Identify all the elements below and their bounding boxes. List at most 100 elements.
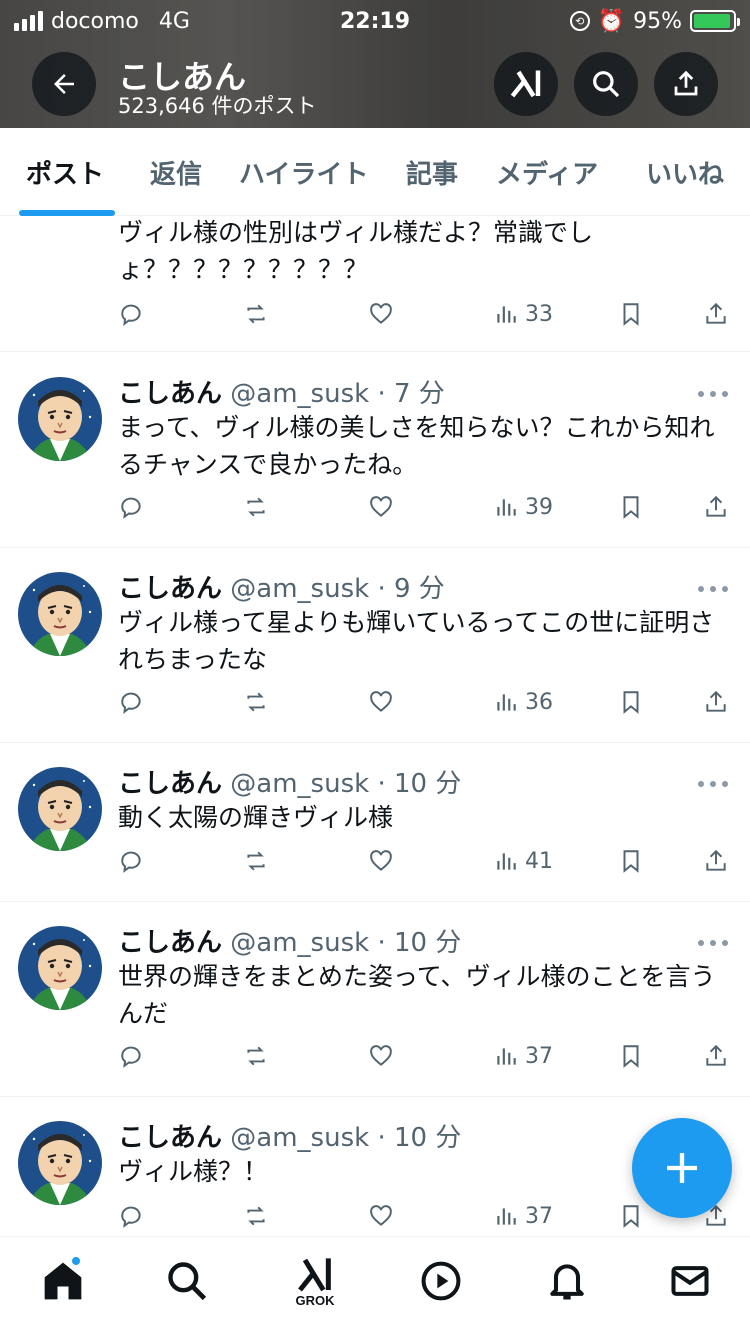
tweet-handle[interactable]: @am_susk [230, 769, 369, 799]
tweet-time[interactable]: 7 分 [394, 379, 445, 409]
share-button[interactable] [703, 689, 729, 715]
repost-button[interactable] [243, 848, 269, 874]
repost-button[interactable] [243, 494, 269, 520]
bookmark-icon [618, 848, 644, 874]
tab-likes[interactable]: いいね [646, 154, 724, 191]
tweet-time[interactable]: 10 分 [394, 769, 461, 799]
nav-search[interactable] [157, 1251, 217, 1311]
profile-header: docomo 4G 22:19 ⟲ ⏰ 95% こしあん 523,646 件のポ… [0, 0, 750, 128]
repost-button[interactable] [243, 301, 269, 327]
like-button[interactable] [368, 848, 394, 874]
share-button[interactable] [703, 848, 729, 874]
tab-media[interactable]: メディア [496, 154, 598, 191]
share-icon [703, 494, 729, 520]
back-button[interactable] [32, 52, 96, 116]
reply-button[interactable] [118, 1203, 144, 1229]
reply-button[interactable] [118, 848, 144, 874]
tweet[interactable]: こしあん @am_susk · 10 分 世界の輝きをまとめた姿って、ヴィル様の… [0, 902, 750, 1097]
plus-icon [667, 1153, 697, 1183]
bookmark-button[interactable] [618, 301, 644, 327]
views-icon [493, 494, 519, 520]
more-icon[interactable] [698, 389, 728, 399]
like-button[interactable] [368, 689, 394, 715]
views-button[interactable]: 36 [493, 689, 553, 715]
repost-button[interactable] [243, 689, 269, 715]
tweet-handle[interactable]: @am_susk [230, 928, 369, 958]
tweet-author-name[interactable]: こしあん [118, 379, 222, 409]
like-button[interactable] [368, 1043, 394, 1069]
compose-button[interactable] [632, 1118, 732, 1218]
tweet-author-name[interactable]: こしあん [118, 928, 222, 958]
tweet[interactable]: こしあん @am_susk · 10 分 動く太陽の輝きヴィル様 41 [0, 743, 750, 902]
more-icon[interactable] [698, 779, 728, 789]
repost-icon [243, 848, 269, 874]
views-button[interactable]: 39 [493, 494, 553, 520]
reply-button[interactable] [118, 689, 144, 715]
arrow-left-icon [54, 74, 74, 94]
nav-notifications[interactable] [537, 1251, 597, 1311]
repost-button[interactable] [243, 1043, 269, 1069]
nav-video[interactable] [411, 1251, 471, 1311]
views-button[interactable]: 41 [493, 848, 553, 874]
repost-icon [243, 689, 269, 715]
avatar[interactable] [18, 377, 102, 461]
tweet-time[interactable]: 10 分 [394, 1123, 461, 1153]
tweet[interactable]: こしあん @am_susk · 9 分 ヴィル様って星よりも輝いているってこの世… [0, 548, 750, 743]
bookmark-button[interactable] [618, 494, 644, 520]
bookmark-button[interactable] [618, 848, 644, 874]
reply-button[interactable] [118, 494, 144, 520]
tweet-handle[interactable]: @am_susk [230, 574, 369, 604]
tweet-separator: · [377, 574, 386, 604]
more-icon[interactable] [698, 584, 728, 594]
views-icon [493, 1043, 519, 1069]
tweet-handle[interactable]: @am_susk [230, 1123, 369, 1153]
tab-highlights[interactable]: ハイライト [239, 154, 368, 191]
nav-messages[interactable] [660, 1251, 720, 1311]
tweet-handle[interactable]: @am_susk [230, 379, 369, 409]
views-button[interactable]: 33 [493, 301, 553, 327]
bookmark-button[interactable] [618, 1043, 644, 1069]
bookmark-button[interactable] [618, 1203, 644, 1229]
bookmark-button[interactable] [618, 689, 644, 715]
reply-button[interactable] [118, 301, 144, 327]
like-button[interactable] [368, 301, 394, 327]
avatar[interactable] [18, 767, 102, 851]
reply-icon [118, 301, 144, 327]
share-button[interactable] [703, 494, 729, 520]
avatar[interactable] [18, 926, 102, 1010]
bookmark-icon [618, 494, 644, 520]
views-button[interactable]: 37 [493, 1043, 553, 1069]
repost-button[interactable] [243, 1203, 269, 1229]
tweet-header: こしあん @am_susk · 9 分 [118, 568, 445, 605]
grok-button[interactable] [494, 52, 558, 116]
tweet-text: ヴィル様の性別はヴィル様だよ？常識でしょ？？？？？？？？？ [118, 218, 594, 284]
tweet-time[interactable]: 9 分 [394, 574, 445, 604]
like-button[interactable] [368, 1203, 394, 1229]
nav-grok[interactable]: GROK [285, 1251, 345, 1311]
tweet[interactable]: こしあん @am_susk · 7 分 まって、ヴィル様の美しさを知らない？これ… [0, 353, 750, 548]
more-icon[interactable] [698, 938, 728, 948]
avatar[interactable] [18, 1121, 102, 1205]
tweet-time[interactable]: 10 分 [394, 928, 461, 958]
search-button[interactable] [574, 52, 638, 116]
tab-posts[interactable]: ポスト [26, 154, 104, 191]
tweet-author-name[interactable]: こしあん [118, 769, 222, 799]
tweet-author-name[interactable]: こしあん [118, 1123, 222, 1153]
mail-icon [671, 1266, 709, 1296]
nav-home[interactable] [33, 1251, 93, 1311]
status-bar-right: ⟲ ⏰ 95% [569, 6, 740, 36]
tab-replies[interactable]: 返信 [150, 154, 202, 191]
share-button[interactable] [703, 1043, 729, 1069]
views-button[interactable]: 37 [493, 1203, 553, 1229]
reply-button[interactable] [118, 1043, 144, 1069]
views-icon [493, 848, 519, 874]
tab-articles[interactable]: 記事 [406, 154, 458, 191]
tweet-actions: 37 [0, 1043, 750, 1077]
tweet-author-name[interactable]: こしあん [118, 574, 222, 604]
avatar[interactable] [18, 572, 102, 656]
share-button[interactable] [654, 52, 718, 116]
tweet-partial[interactable]: ヴィル様の性別はヴィル様だよ？常識でしょ？？？？？？？？？ 33 [0, 217, 750, 352]
share-button[interactable] [703, 301, 729, 327]
search-icon [168, 1262, 207, 1301]
like-button[interactable] [368, 494, 394, 520]
